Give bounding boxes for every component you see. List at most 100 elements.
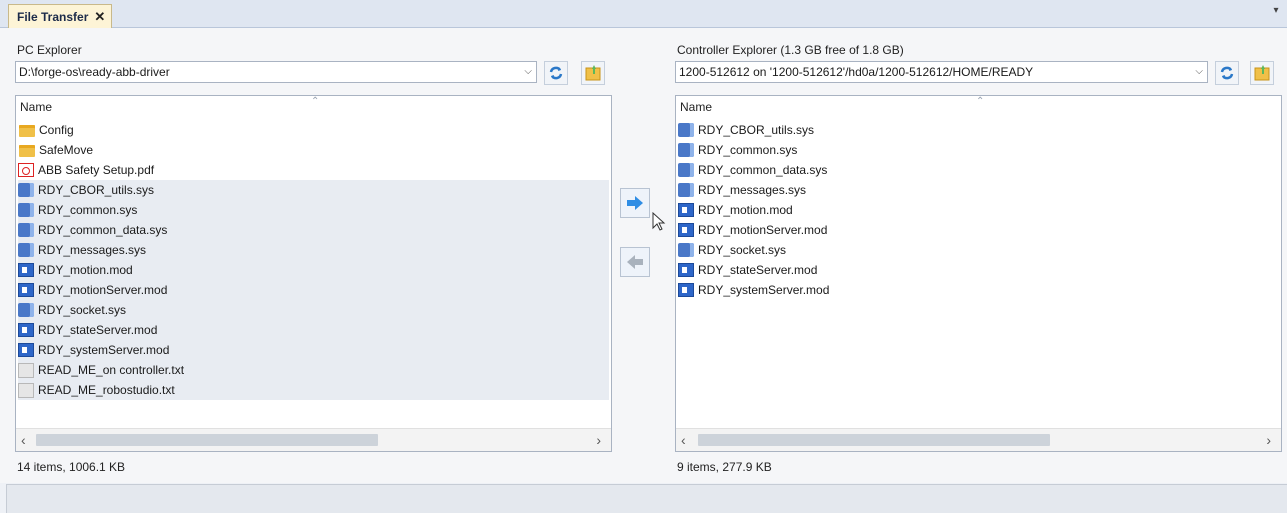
close-icon[interactable]: ✕ xyxy=(94,9,105,25)
controller-file-list[interactable]: Name ⌃ RDY_CBOR_utils.sys RDY_common.sys R… xyxy=(675,95,1282,452)
controller-status: 9 items, 277.9 KB xyxy=(677,460,772,474)
mod-file-icon xyxy=(678,223,694,237)
list-item[interactable]: RDY_CBOR_utils.sys xyxy=(18,180,609,200)
list-item-label: SafeMove xyxy=(39,143,94,157)
list-item[interactable]: RDY_motionServer.mod xyxy=(18,280,609,300)
list-item[interactable]: RDY_CBOR_utils.sys xyxy=(678,120,1279,140)
pc-refresh-button[interactable] xyxy=(544,61,568,85)
list-item-label: RDY_motion.mod xyxy=(38,263,133,277)
list-item-label: RDY_motion.mod xyxy=(698,203,793,217)
scroll-right-icon[interactable]: › xyxy=(596,432,601,448)
list-item-label: ABB Safety Setup.pdf xyxy=(38,163,155,177)
controller-horizontal-scrollbar[interactable]: ‹ › xyxy=(676,428,1281,451)
pc-new-folder-button[interactable] xyxy=(581,61,605,85)
list-item-label: Config xyxy=(39,123,74,137)
list-item[interactable]: RDY_stateServer.mod xyxy=(678,260,1279,280)
bottom-panel xyxy=(6,484,1287,513)
mod-file-icon xyxy=(18,323,34,337)
list-item-label: RDY_stateServer.mod xyxy=(38,323,158,337)
list-item-label: RDY_common_data.sys xyxy=(698,163,828,177)
mod-file-icon xyxy=(678,203,694,217)
pc-path-combobox[interactable]: D:\forge-os\ready-abb-driver ⌵ xyxy=(15,61,537,83)
list-item-label: RDY_common.sys xyxy=(38,203,138,217)
list-item[interactable]: RDY_systemServer.mod xyxy=(678,280,1279,300)
list-item[interactable]: RDY_messages.sys xyxy=(18,240,609,260)
scroll-thumb[interactable] xyxy=(36,434,378,446)
list-item-label: READ_ME_on controller.txt xyxy=(38,363,185,377)
list-item[interactable]: RDY_socket.sys xyxy=(678,240,1279,260)
mod-file-icon xyxy=(678,263,694,277)
scroll-right-icon[interactable]: › xyxy=(1266,432,1271,448)
list-item[interactable]: RDY_stateServer.mod xyxy=(18,320,609,340)
list-item[interactable]: RDY_common.sys xyxy=(18,200,609,220)
controller-column-header-name[interactable]: Name xyxy=(680,100,712,114)
controller-new-folder-button[interactable] xyxy=(1250,61,1274,85)
controller-path-value: 1200-512612 on '1200-512612'/hd0a/1200-5… xyxy=(679,65,1034,79)
transfer-to-controller-button[interactable] xyxy=(620,188,650,218)
pc-horizontal-scrollbar[interactable]: ‹ › xyxy=(16,428,611,451)
refresh-icon xyxy=(1220,66,1234,80)
list-item-label: RDY_messages.sys xyxy=(698,183,807,197)
mod-file-icon xyxy=(18,283,34,297)
list-item[interactable]: RDY_socket.sys xyxy=(18,300,609,320)
list-item[interactable]: READ_ME_on controller.txt xyxy=(18,360,609,380)
controller-explorer-title: Controller Explorer (1.3 GB free of 1.8 … xyxy=(677,43,904,57)
scroll-left-icon[interactable]: ‹ xyxy=(21,432,26,448)
list-item[interactable]: RDY_motionServer.mod xyxy=(678,220,1279,240)
list-item[interactable]: RDY_systemServer.mod xyxy=(18,340,609,360)
window-menu-icon[interactable]: ▾ xyxy=(1271,6,1281,18)
new-folder-icon xyxy=(1254,65,1270,81)
folder-icon xyxy=(19,145,35,157)
list-item[interactable]: RDY_common_data.sys xyxy=(678,160,1279,180)
arrow-left-icon xyxy=(627,255,643,269)
list-item-label: RDY_motionServer.mod xyxy=(698,223,828,237)
pdf-file-icon xyxy=(18,163,34,177)
list-item[interactable]: RDY_motion.mod xyxy=(678,200,1279,220)
pc-explorer-title: PC Explorer xyxy=(17,43,82,57)
list-item-label: RDY_motionServer.mod xyxy=(38,283,168,297)
list-item-label: RDY_socket.sys xyxy=(38,303,127,317)
list-item-label: RDY_CBOR_utils.sys xyxy=(698,123,815,137)
list-item[interactable]: RDY_messages.sys xyxy=(678,180,1279,200)
mod-file-icon xyxy=(18,343,34,357)
sys-file-icon xyxy=(678,123,694,137)
refresh-icon xyxy=(549,66,563,80)
pc-file-list[interactable]: Name ⌃ Config SafeMove ABB Safety Setup.pd… xyxy=(15,95,612,452)
list-item-label: RDY_common.sys xyxy=(698,143,798,157)
sys-file-icon xyxy=(18,303,34,317)
transfer-to-pc-button[interactable] xyxy=(620,247,650,277)
sys-file-icon xyxy=(678,183,694,197)
tab-label: File Transfer xyxy=(17,9,89,24)
list-item[interactable]: RDY_common_data.sys xyxy=(18,220,609,240)
sys-file-icon xyxy=(18,243,34,257)
arrow-right-icon xyxy=(627,196,643,210)
list-item[interactable]: RDY_motion.mod xyxy=(18,260,609,280)
list-item-label: RDY_CBOR_utils.sys xyxy=(38,183,155,197)
mod-file-icon xyxy=(678,283,694,297)
file-transfer-content: PC Explorer D:\forge-os\ready-abb-driver… xyxy=(0,28,1287,483)
sys-file-icon xyxy=(18,183,34,197)
controller-refresh-button[interactable] xyxy=(1215,61,1239,85)
chevron-down-icon[interactable]: ⌵ xyxy=(1195,66,1203,77)
pc-status: 14 items, 1006.1 KB xyxy=(17,460,126,474)
controller-path-combobox[interactable]: 1200-512612 on '1200-512612'/hd0a/1200-5… xyxy=(675,61,1208,83)
new-folder-icon xyxy=(585,65,601,81)
list-item[interactable]: ABB Safety Setup.pdf xyxy=(18,160,609,180)
pc-column-header-name[interactable]: Name xyxy=(20,100,52,114)
tab-file-transfer[interactable]: File Transfer ✕ xyxy=(8,4,113,28)
list-item[interactable]: SafeMove xyxy=(18,140,609,160)
scroll-thumb[interactable] xyxy=(698,434,1050,446)
chevron-down-icon[interactable]: ⌵ xyxy=(524,66,532,77)
list-item-label: RDY_stateServer.mod xyxy=(698,263,818,277)
list-item[interactable]: READ_ME_robostudio.txt xyxy=(18,380,609,400)
folder-icon xyxy=(19,125,35,137)
list-item-label: RDY_systemServer.mod xyxy=(698,283,830,297)
list-item[interactable]: RDY_common.sys xyxy=(678,140,1279,160)
mouse-cursor-icon xyxy=(652,212,666,231)
scroll-left-icon[interactable]: ‹ xyxy=(681,432,686,448)
sys-file-icon xyxy=(678,163,694,177)
sys-file-icon xyxy=(18,223,34,237)
list-item[interactable]: Config xyxy=(18,120,609,140)
mod-file-icon xyxy=(18,263,34,277)
list-item-label: RDY_socket.sys xyxy=(698,243,787,257)
